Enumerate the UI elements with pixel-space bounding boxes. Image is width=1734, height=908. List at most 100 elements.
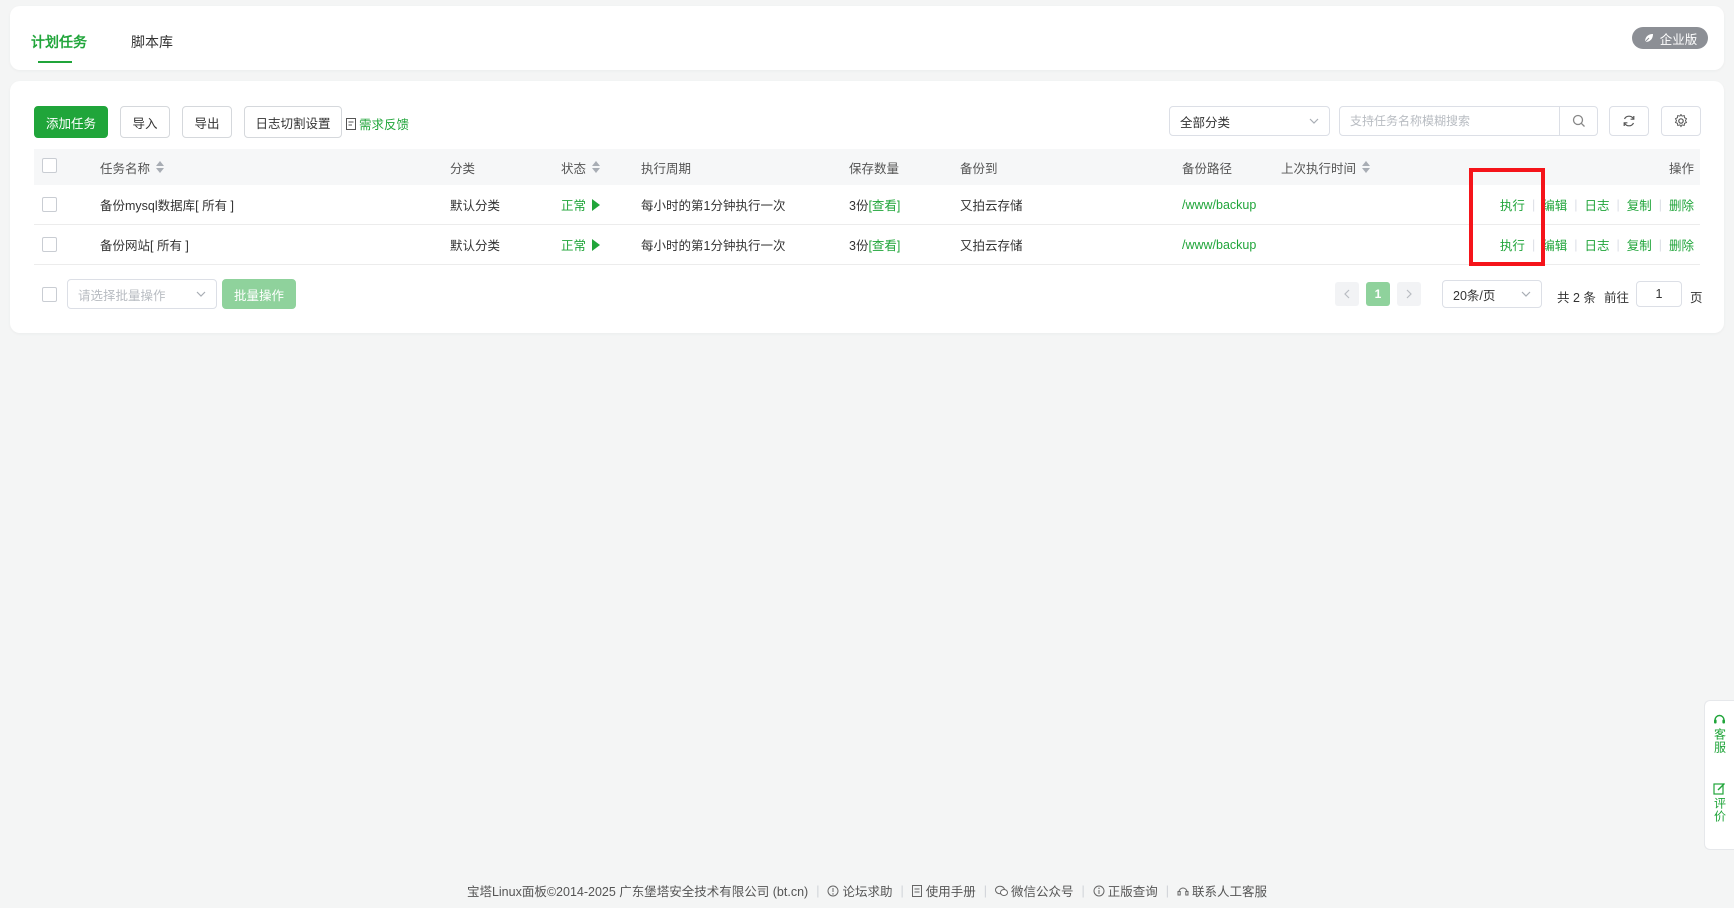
page-size-select[interactable]: 20条/页 (1442, 280, 1542, 308)
batch-action-placeholder: 请选择批量操作 (78, 288, 166, 303)
task-name: 备份网站[ 所有 ] (100, 239, 189, 253)
task-backup-path-link[interactable]: /www/backup (1182, 225, 1256, 264)
chevron-down-icon (196, 291, 206, 297)
batch-select-all-checkbox[interactable] (42, 287, 57, 302)
feedback-link[interactable]: 需求反馈 (346, 114, 409, 133)
table-header: 任务名称 分类 状态 执行周期 保存数量 备份到 备份路径 上次执行时间 操作 (34, 149, 1700, 185)
play-icon (592, 198, 601, 211)
footer-manual-link[interactable]: 使用手册 (911, 881, 976, 900)
total-count: 共 2 条 (1557, 291, 1596, 305)
task-backup-path-link[interactable]: /www/backup (1182, 185, 1256, 224)
play-icon (592, 238, 601, 251)
active-tab-indicator (38, 61, 72, 63)
leaf-icon (1643, 34, 1653, 44)
page-number-button[interactable]: 1 (1366, 282, 1390, 306)
copy-button[interactable]: 复制 (1627, 235, 1652, 254)
select-all-checkbox[interactable] (42, 158, 57, 173)
batch-action-button[interactable]: 批量操作 (222, 279, 296, 309)
footer-support-label: 联系人工客服 (1192, 885, 1268, 899)
delete-button[interactable]: 删除 (1669, 235, 1694, 254)
add-task-button[interactable]: 添加任务 (34, 106, 108, 138)
keep-view-link[interactable]: [查看] (868, 195, 900, 214)
side-review-button[interactable]: 评价 (1712, 782, 1727, 823)
header-status[interactable]: 状态 (561, 149, 601, 185)
footer-verify-label: 正版查询 (1107, 885, 1158, 899)
edit-icon (1713, 783, 1725, 795)
chevron-right-icon (1406, 289, 1412, 299)
task-status-toggle[interactable]: 正常 (561, 225, 601, 264)
chevron-down-icon (1309, 118, 1319, 124)
import-button[interactable]: 导入 (120, 106, 170, 138)
task-status-toggle[interactable]: 正常 (561, 185, 601, 224)
task-category: 默认分类 (450, 239, 501, 253)
sort-icon (156, 161, 165, 173)
side-service-label: 客服 (1712, 728, 1727, 754)
search-button[interactable] (1559, 107, 1597, 135)
sort-icon (592, 161, 601, 173)
tab-scheduled-tasks[interactable]: 计划任务 (31, 32, 87, 52)
footer-verify-link[interactable]: 正版查询 (1093, 881, 1158, 900)
next-page-button[interactable] (1397, 282, 1421, 306)
task-status-label: 正常 (561, 199, 587, 213)
footer-manual-label: 使用手册 (925, 885, 976, 899)
task-search-box (1339, 106, 1598, 136)
footer-support-link[interactable]: 联系人工客服 (1177, 881, 1267, 900)
side-review-label: 评价 (1712, 797, 1727, 823)
settings-button[interactable] (1661, 106, 1701, 136)
copy-button[interactable]: 复制 (1627, 195, 1652, 214)
footer-wechat-link[interactable]: 微信公众号 (994, 881, 1074, 900)
edit-button[interactable]: 编辑 (1542, 195, 1567, 214)
gear-icon (1674, 114, 1688, 128)
header-task-name-label: 任务名称 (100, 161, 151, 176)
task-backup-to: 又拍云存储 (960, 199, 1023, 213)
task-status-label: 正常 (561, 239, 587, 253)
keep-count-value: 3份 (849, 199, 869, 213)
log-button[interactable]: 日志 (1584, 235, 1609, 254)
side-float-widget: 客服 评价 (1704, 700, 1734, 850)
refresh-icon (1623, 115, 1635, 127)
task-name: 备份mysql数据库[ 所有 ] (100, 199, 235, 213)
header-status-label: 状态 (561, 161, 587, 176)
category-select-value: 全部分类 (1180, 115, 1231, 130)
tab-script-library[interactable]: 脚本库 (131, 32, 173, 52)
delete-button[interactable]: 删除 (1669, 195, 1694, 214)
headset-icon (1177, 887, 1189, 895)
page-unit-label: 页 (1690, 291, 1703, 305)
chevron-left-icon (1344, 289, 1350, 299)
log-button[interactable]: 日志 (1584, 195, 1609, 214)
side-service-button[interactable]: 客服 (1712, 713, 1727, 754)
header-backup-path: 备份路径 (1182, 161, 1233, 176)
refresh-button[interactable] (1609, 106, 1649, 136)
task-cycle: 每小时的第1分钟执行一次 (641, 239, 786, 253)
footer-forum-label: 论坛求助 (842, 885, 893, 899)
log-split-settings-button[interactable]: 日志切割设置 (244, 106, 342, 138)
export-button[interactable]: 导出 (182, 106, 232, 138)
highlight-box (1469, 168, 1545, 266)
table-row: 备份网站[ 所有 ] 默认分类 正常 每小时的第1分钟执行一次 3份 [查看] … (34, 225, 1700, 265)
header-task-name[interactable]: 任务名称 (100, 149, 165, 185)
batch-action-select[interactable]: 请选择批量操作 (67, 279, 217, 309)
row-checkbox[interactable] (42, 197, 57, 212)
header-cycle: 执行周期 (641, 161, 692, 176)
edit-button[interactable]: 编辑 (1542, 235, 1567, 254)
enterprise-badge[interactable]: 企业版 (1632, 27, 1708, 49)
keep-view-link[interactable]: [查看] (868, 235, 900, 254)
page-size-value: 20条/页 (1453, 288, 1496, 303)
footer-copyright: 宝塔Linux面板©2014-2025 广东堡塔安全技术有限公司 (bt.cn) (466, 885, 809, 899)
goto-page-input[interactable]: 1 (1636, 281, 1682, 307)
footer-forum-link[interactable]: 论坛求助 (827, 881, 892, 900)
table-row: 备份mysql数据库[ 所有 ] 默认分类 正常 每小时的第1分钟执行一次 3份… (34, 185, 1700, 225)
edit-note-icon (346, 117, 356, 130)
header-backup-to: 备份到 (960, 161, 998, 176)
chevron-down-icon (1521, 291, 1531, 297)
prev-page-button[interactable] (1335, 282, 1359, 306)
task-keep-count: 3份 [查看] (849, 185, 900, 224)
info-circle-icon (1093, 885, 1105, 896)
header-category: 分类 (450, 161, 476, 176)
feedback-label: 需求反馈 (359, 118, 410, 132)
task-search-input[interactable] (1340, 107, 1559, 135)
task-cycle: 每小时的第1分钟执行一次 (641, 199, 786, 213)
row-checkbox[interactable] (42, 237, 57, 252)
category-select[interactable]: 全部分类 (1169, 106, 1330, 136)
header-last-run[interactable]: 上次执行时间 (1281, 149, 1371, 185)
